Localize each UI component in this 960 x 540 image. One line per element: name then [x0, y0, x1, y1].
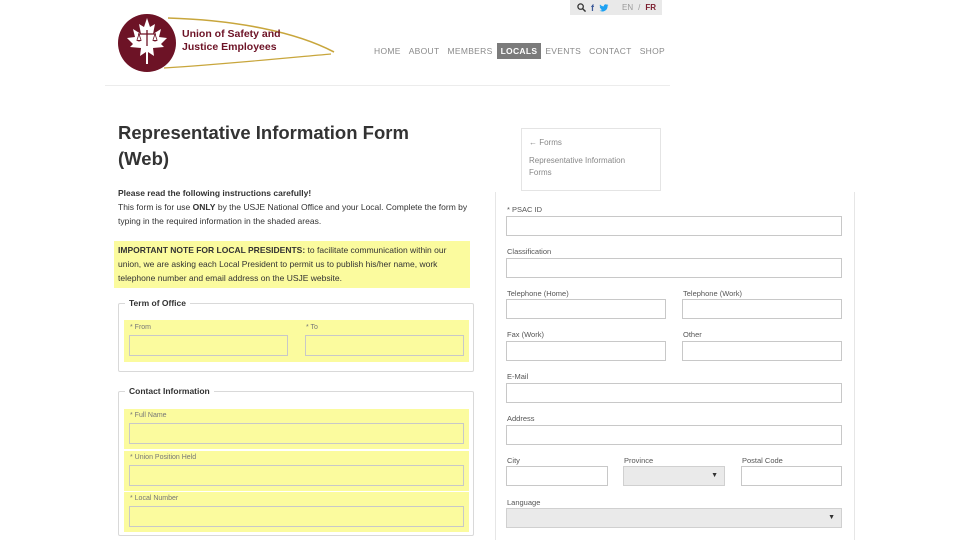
fax-label: Fax (Work) — [507, 330, 544, 339]
to-label: * To — [306, 324, 318, 331]
current-page-line1: Representative Information — [529, 156, 626, 165]
contact-information-legend: Contact Information — [129, 386, 210, 396]
instructions-text-a: This form is for use — [118, 202, 193, 212]
city-label: City — [507, 456, 520, 465]
header-divider — [105, 85, 670, 86]
classification-label: Classification — [507, 247, 552, 256]
nav-contact[interactable]: CONTACT — [585, 43, 636, 59]
main-nav: HOME ABOUT MEMBERS LOCALS EVENTS CONTACT… — [370, 43, 669, 59]
instructions-only: ONLY — [192, 202, 216, 212]
other-label: Other — [683, 330, 702, 339]
other-input[interactable] — [682, 341, 842, 361]
psac-id-label: * PSAC ID — [507, 205, 543, 214]
nav-members[interactable]: MEMBERS — [443, 43, 496, 59]
nav-home[interactable]: HOME — [370, 43, 405, 59]
telephone-home-label: Telephone (Home) — [507, 289, 569, 298]
local-number-input[interactable] — [129, 506, 464, 527]
page-title: Representative Information Form (Web) — [118, 120, 458, 172]
page-title-line1: Representative Information Form — [118, 122, 409, 143]
term-of-office-legend: Term of Office — [129, 298, 186, 308]
telephone-home-input[interactable] — [506, 299, 666, 319]
facebook-icon[interactable]: f — [591, 3, 594, 13]
union-position-input[interactable] — [129, 465, 464, 486]
local-number-label: * Local Number — [130, 495, 179, 502]
from-date-input[interactable] — [129, 335, 288, 356]
site-logo[interactable]: Union of Safety and Justice Employees — [116, 12, 336, 76]
fax-input[interactable] — [506, 341, 666, 361]
classification-input[interactable] — [506, 258, 842, 278]
twitter-icon[interactable] — [599, 3, 609, 12]
address-label: Address — [507, 414, 535, 423]
full-name-label: * Full Name — [130, 412, 167, 419]
page-title-line2: (Web) — [118, 148, 170, 169]
brand-name-line2: Justice Employees — [182, 41, 277, 53]
psac-id-input[interactable] — [506, 216, 842, 236]
postal-code-input[interactable] — [741, 466, 842, 486]
from-label: * From — [130, 324, 151, 331]
email-input[interactable] — [506, 383, 842, 403]
search-icon[interactable] — [577, 3, 586, 12]
utility-bar: f EN / FR — [570, 0, 662, 15]
telephone-work-input[interactable] — [682, 299, 842, 319]
to-date-input[interactable] — [305, 335, 464, 356]
instructions-heading: Please read the following instructions c… — [118, 188, 312, 198]
instructions-text: This form is for use ONLY by the USJE Na… — [118, 200, 468, 228]
contact-details-form — [495, 192, 855, 540]
nav-shop[interactable]: SHOP — [636, 43, 669, 59]
province-label: Province — [624, 456, 654, 465]
language-select[interactable]: ▼ — [506, 508, 842, 528]
email-label: E-Mail — [507, 372, 529, 381]
language-en-link[interactable]: EN — [622, 3, 633, 12]
postal-code-label: Postal Code — [742, 456, 783, 465]
instructions: Please read the following instructions c… — [118, 186, 468, 228]
president-note: IMPORTANT NOTE FOR LOCAL PRESIDENTS: to … — [114, 241, 470, 288]
nav-events[interactable]: EVENTS — [541, 43, 585, 59]
address-input[interactable] — [506, 425, 842, 445]
language-separator: / — [638, 3, 641, 12]
city-input[interactable] — [506, 466, 608, 486]
province-select[interactable]: ▼ — [623, 466, 725, 486]
chevron-down-icon: ▼ — [711, 472, 718, 479]
current-page-line2: Forms — [529, 168, 552, 177]
telephone-work-label: Telephone (Work) — [683, 289, 743, 298]
full-name-input[interactable] — [129, 423, 464, 444]
brand-name: Union of Safety and Justice Employees — [182, 28, 281, 54]
back-to-forms-link[interactable]: ← Forms — [529, 137, 653, 149]
chevron-down-icon: ▼ — [828, 514, 835, 521]
brand-name-line1: Union of Safety and — [182, 28, 281, 40]
nav-about[interactable]: ABOUT — [405, 43, 444, 59]
language-fr-link[interactable]: FR — [645, 3, 656, 12]
language-label: Language — [507, 498, 541, 507]
nav-locals[interactable]: LOCALS — [496, 43, 542, 59]
current-page-link[interactable]: Representative Information Forms — [529, 155, 653, 179]
position-label: * Union Position Held — [130, 454, 197, 461]
side-navigation: ← Forms Representative Information Forms — [521, 128, 661, 191]
president-note-heading: IMPORTANT NOTE FOR LOCAL PRESIDENTS: — [118, 245, 306, 255]
